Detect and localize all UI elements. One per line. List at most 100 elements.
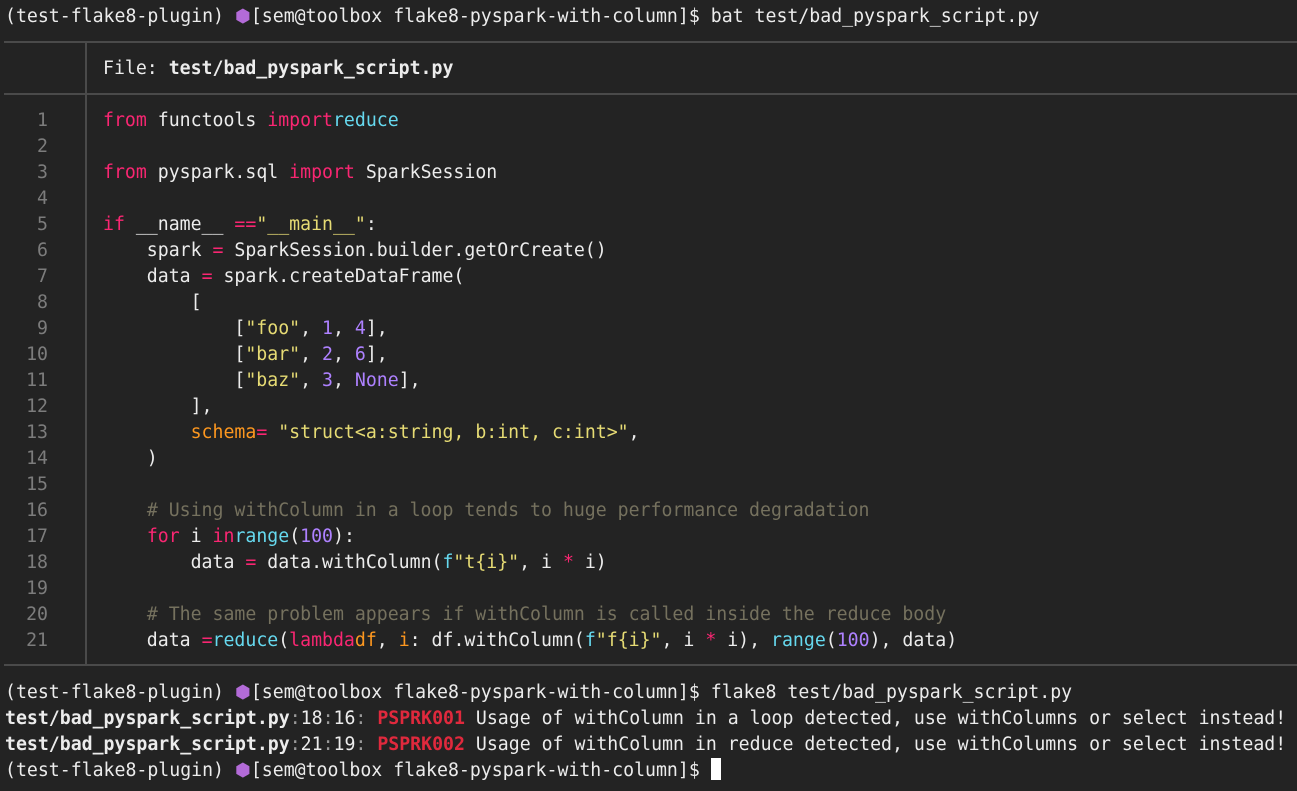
code-token: i: [398, 630, 410, 651]
code-token: data: [103, 552, 246, 573]
prompt-env: (test-flake8-plugin): [5, 760, 224, 781]
code-line: ],: [103, 394, 213, 420]
code-token: ,: [300, 318, 323, 339]
line-number: 4: [37, 188, 48, 209]
code-token: ,: [376, 630, 399, 651]
code-token: ): [103, 448, 158, 469]
code-token: reduce: [212, 630, 279, 651]
code-line: from functools importreduce: [103, 108, 399, 134]
code-token: ):: [333, 526, 355, 547]
code-token: [: [103, 370, 246, 391]
result-message: Usage of withColumn in reduce detected, …: [475, 734, 1287, 755]
code-token: (: [825, 630, 837, 651]
code-token: i),: [716, 630, 772, 651]
code-token: =: [212, 240, 224, 261]
line-number: 8: [37, 292, 48, 313]
code-token: ],: [365, 318, 388, 339]
bat-bottom-border: [4, 664, 1297, 666]
command-text: flake8 test/bad_pyspark_script.py: [710, 682, 1073, 703]
line-number: 14: [26, 448, 48, 469]
code-token: f: [584, 630, 596, 651]
code-token: spark: [103, 240, 213, 261]
code-token: ), data): [869, 630, 958, 651]
code-line: data = data.withColumn(f"t{i}", i * i): [103, 550, 607, 576]
code-token: ,: [332, 318, 355, 339]
prompt-env: (test-flake8-plugin): [5, 682, 224, 703]
code-line: spark = SparkSession.builder.getOrCreate…: [103, 238, 607, 264]
prompt-path: [sem@toolbox flake8-pyspark-with-column]…: [250, 6, 700, 27]
result-error-code: PSPRK002: [377, 734, 465, 755]
line-number: 17: [26, 526, 48, 547]
code-token: *: [705, 630, 717, 651]
prompt-line-current[interactable]: (test-flake8-plugin) ⬢[sem@toolbox flake…: [5, 758, 721, 784]
code-line: ["bar", 2, 6],: [103, 342, 387, 368]
bat-file-header: File: test/bad_pyspark_script.py: [103, 56, 453, 82]
code-token: ==: [234, 214, 257, 235]
file-label: File:: [103, 58, 158, 79]
code-token: ,: [628, 422, 640, 443]
code-token: ,: [300, 344, 323, 365]
code-token: "struct<a:string, b:int, c:int>": [278, 422, 629, 443]
prompt-path: [sem@toolbox flake8-pyspark-with-column]…: [250, 682, 700, 703]
line-number: 11: [26, 370, 48, 391]
result-file: test/bad_pyspark_script.py: [5, 708, 290, 729]
code-token: (: [289, 526, 301, 547]
code-token: , i: [519, 552, 563, 573]
prompt-env: (test-flake8-plugin): [5, 6, 224, 27]
code-token: from: [103, 110, 147, 131]
code-token: =: [201, 630, 213, 651]
container-hexagon-icon: ⬢: [234, 682, 251, 703]
bat-header-border: [4, 93, 1297, 95]
code-token: "f{i}": [595, 630, 662, 651]
line-number: 3: [37, 162, 48, 183]
line-number: 18: [26, 552, 48, 573]
code-token: :: [365, 214, 377, 235]
code-token: "__main__": [256, 214, 366, 235]
code-token: pyspark.sql: [157, 162, 290, 183]
code-token: 100: [300, 526, 333, 547]
result-col: 16: [333, 708, 356, 729]
code-token: [: [103, 344, 246, 365]
code-token: spark.createDataFrame(: [223, 266, 465, 287]
bat-gutter-divider: [85, 95, 87, 665]
code-token: 1: [322, 318, 333, 339]
code-line: schema= "struct<a:string, b:int, c:int>"…: [103, 420, 640, 446]
code-line: # Using withColumn in a loop tends to hu…: [103, 498, 870, 524]
code-token: __name__: [135, 214, 235, 235]
code-token: 4: [354, 318, 366, 339]
code-token: "bar": [245, 344, 301, 365]
code-line: for i inrange(100):: [103, 524, 355, 550]
result-line: 21: [300, 734, 323, 755]
container-hexagon-icon: ⬢: [234, 760, 251, 781]
file-name: test/bad_pyspark_script.py: [168, 58, 454, 79]
line-number: 20: [26, 604, 48, 625]
code-token: data: [103, 630, 202, 651]
line-number: 13: [26, 422, 48, 443]
line-number: 6: [37, 240, 48, 261]
code-token: "foo": [245, 318, 301, 339]
code-token: ],: [398, 370, 421, 391]
code-token: "t{i}": [453, 552, 520, 573]
code-line: data =reduce ( lambdadf, i: df.withColumn(…: [103, 628, 957, 654]
code-token: data.withColumn(: [267, 552, 443, 573]
code-line: from pyspark.sql import SparkSession: [103, 160, 497, 186]
code-line: # The same problem appears if withColumn…: [103, 602, 946, 628]
code-token: in: [212, 526, 235, 547]
code-token: 3: [322, 370, 333, 391]
result-col: 19: [333, 734, 356, 755]
code-token: i): [573, 552, 607, 573]
code-token: [: [103, 292, 202, 313]
code-token: =: [201, 266, 213, 287]
terminal-cursor: [710, 758, 721, 780]
code-token: df: [354, 630, 377, 651]
line-number: 12: [26, 396, 48, 417]
line-number: 10: [26, 344, 48, 365]
code-token: : df.withColumn(: [409, 630, 585, 651]
code-token: lambda: [289, 630, 355, 651]
code-token: import: [289, 162, 355, 183]
container-hexagon-icon: ⬢: [234, 6, 251, 27]
code-token: schema: [190, 422, 257, 443]
line-number: 1: [37, 110, 48, 131]
